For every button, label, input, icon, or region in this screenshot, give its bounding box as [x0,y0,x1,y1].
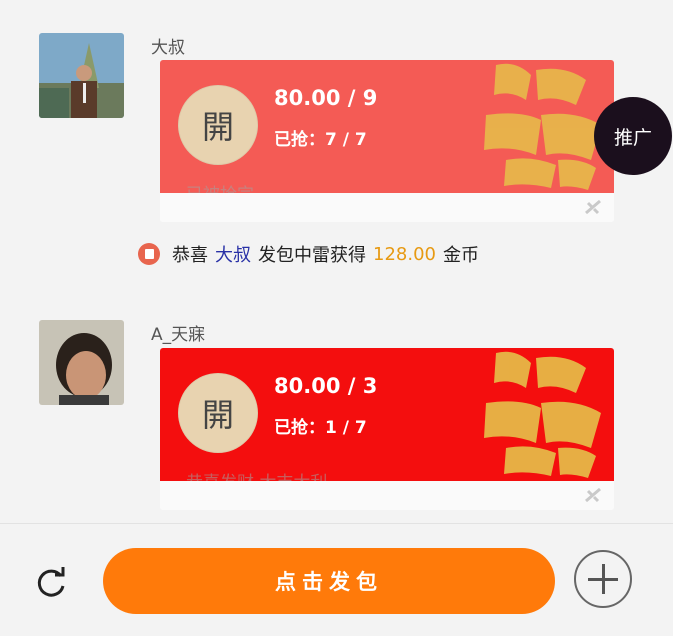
avatar[interactable] [39,33,124,118]
refresh-icon[interactable] [34,566,68,600]
snake-calligraphy-art [484,351,601,478]
packet-amount: 80.00 / 9 [274,86,378,110]
notice-middle: 发包中雷获得 [258,245,366,266]
red-packet-card[interactable]: 開 80.00 / 3 已抢：1 / 7 恭喜发财,大吉大利 [160,348,614,510]
red-packet-card[interactable]: 開 80.00 / 9 已抢：7 / 7 已被抢完 [160,60,614,222]
notice-user[interactable]: 大叔 [215,241,251,267]
snake-calligraphy-art [484,63,601,190]
system-notice: 恭喜 大叔 发包中雷获得 128.00 金币 [138,242,479,266]
packet-grabbed: 已抢：7 / 7 [274,130,367,150]
notice-prefix: 恭喜 [172,245,208,266]
red-packet-icon [585,199,601,215]
promo-button[interactable]: 推广 [594,97,672,175]
card-face: 開 80.00 / 3 已抢：1 / 7 恭喜发财,大吉大利 [160,348,614,493]
send-packet-button[interactable]: 点击发包 [103,548,555,614]
avatar[interactable] [39,320,124,405]
card-face: 開 80.00 / 9 已抢：7 / 7 已被抢完 [160,60,614,205]
card-footer [160,481,614,510]
open-coin-button[interactable]: 開 [178,373,258,453]
card-footer [160,193,614,222]
sender-name: 大叔 [151,38,185,58]
open-coin-button[interactable]: 開 [178,85,258,165]
packet-amount: 80.00 / 3 [274,374,378,398]
notice-amount: 128.00 [373,243,436,265]
red-packet-icon [585,487,601,503]
notice-suffix: 金币 [442,245,479,266]
sender-name: A_天寐 [151,325,206,345]
bottom-action-bar: 点击发包 [0,523,673,636]
plus-icon[interactable] [574,550,632,608]
envelope-small-icon [138,243,160,265]
packet-grabbed: 已抢：1 / 7 [274,418,367,438]
